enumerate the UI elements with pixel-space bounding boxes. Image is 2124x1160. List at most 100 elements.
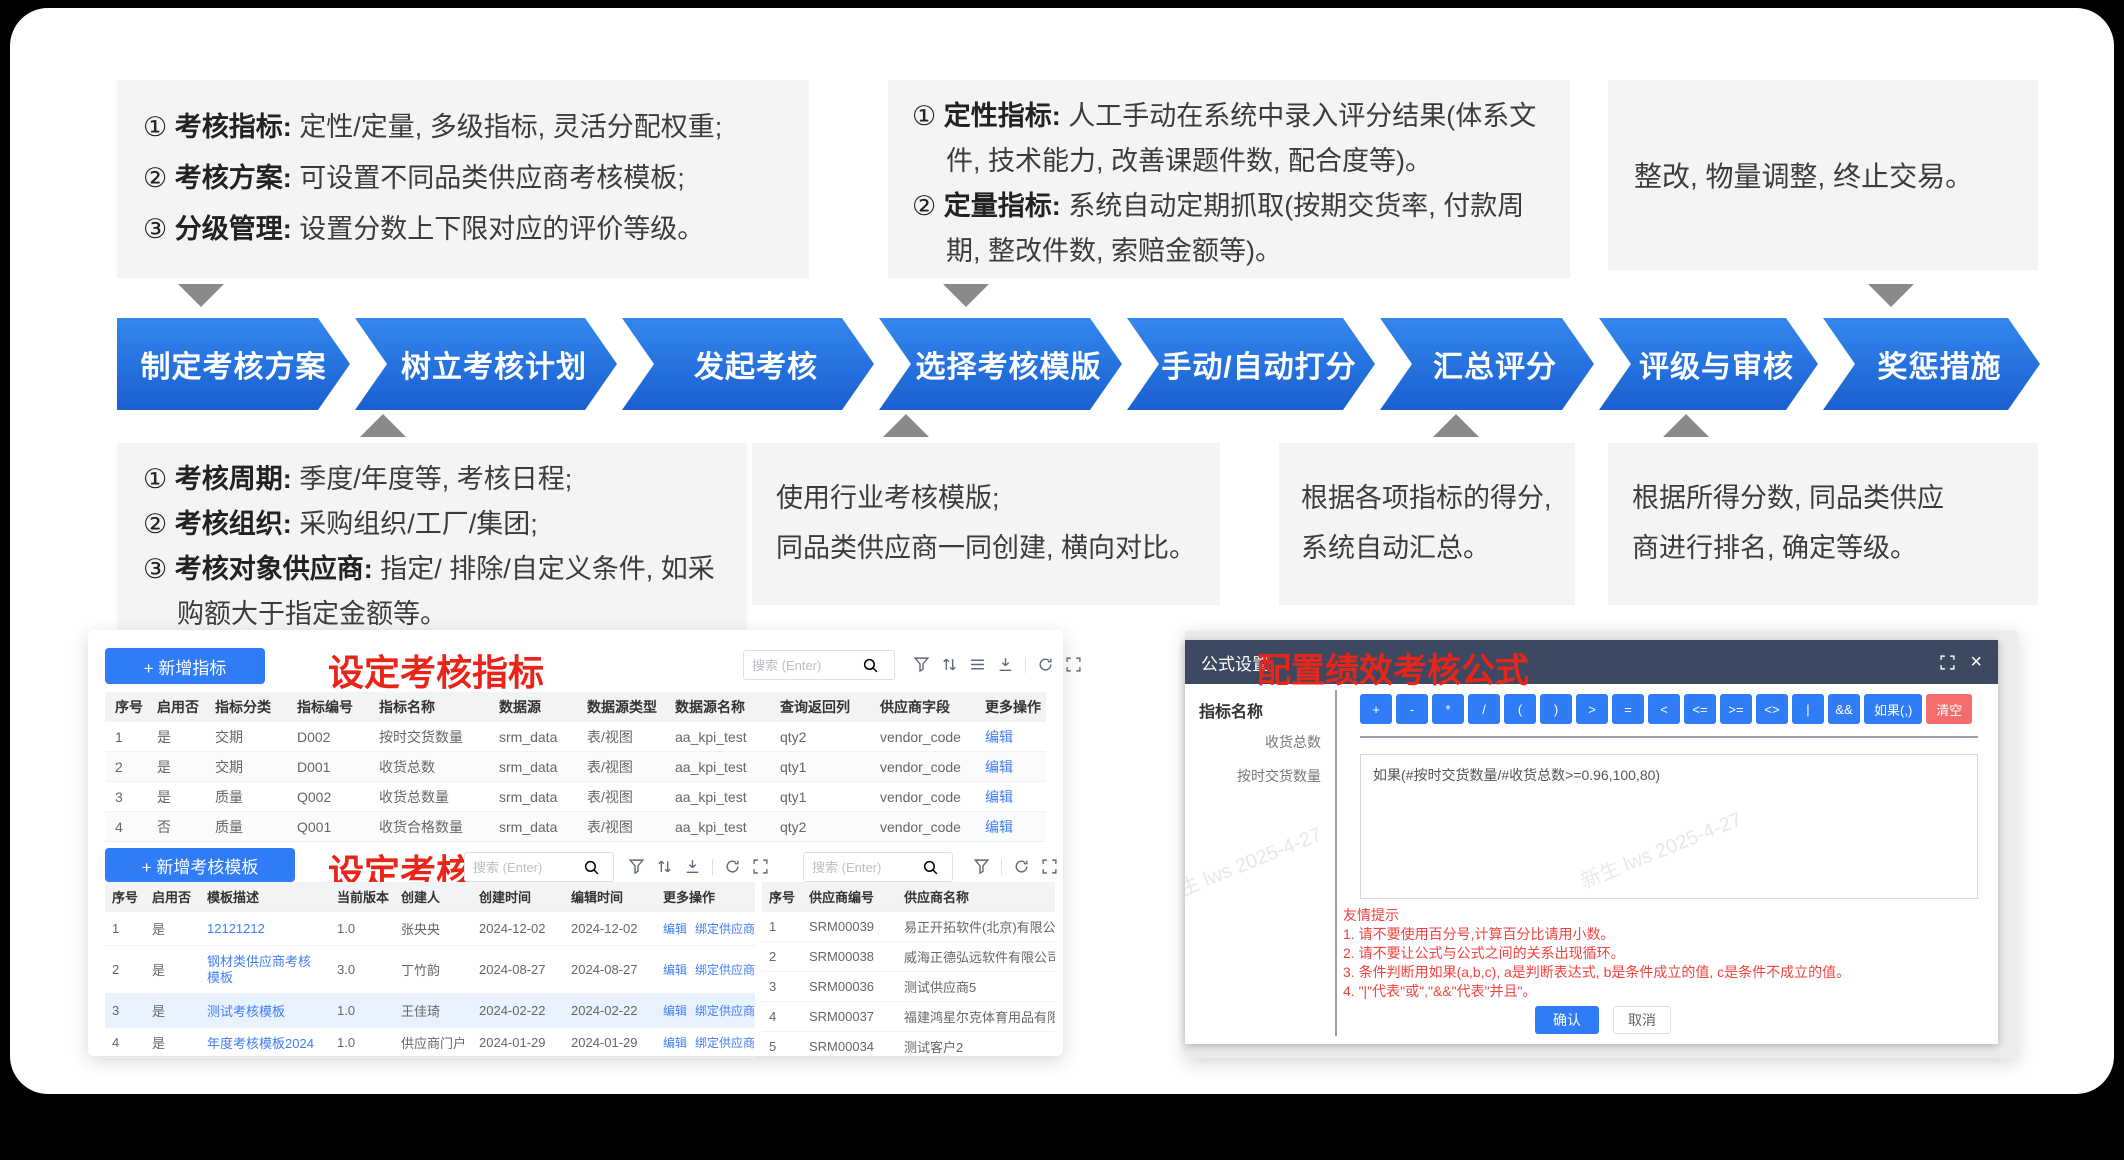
template-link[interactable]: 年度考核模板2024: [207, 1033, 314, 1052]
template-search[interactable]: [464, 852, 614, 882]
download-icon[interactable]: [684, 858, 701, 875]
table-row[interactable]: 3SRM00036测试供应商5: [762, 972, 1055, 1002]
table-row[interactable]: 1是交期D002按时交货数量srm_data表/视图aa_kpi_testqty…: [105, 722, 1046, 752]
table-row[interactable]: 4是年度考核模板20241.0供应商门户2024-01-292024-01-29…: [105, 1028, 755, 1058]
watermark: 新生 lws 2025-4-27: [1185, 818, 1325, 909]
dialog-body: 指标名称 收货总数 按时交货数量 + - * / ( ) > = < <= >=…: [1185, 684, 1998, 1044]
filter-icon[interactable]: [628, 858, 645, 875]
col-header: 指标分类: [205, 692, 287, 721]
operator-button[interactable]: +: [1360, 694, 1392, 724]
col-header: 供应商字段: [870, 692, 975, 721]
template-search-input[interactable]: [473, 860, 583, 875]
arrow-up-icon: [883, 414, 929, 437]
operator-button[interactable]: *: [1432, 694, 1464, 724]
operator-button[interactable]: -: [1396, 694, 1428, 724]
edit-link[interactable]: 编辑: [985, 817, 1013, 837]
edit-link[interactable]: 编辑: [663, 1034, 687, 1051]
edit-link[interactable]: 编辑: [663, 961, 687, 978]
refresh-icon[interactable]: [1013, 858, 1030, 875]
operator-button[interactable]: >: [1576, 694, 1608, 724]
arrow-down-icon: [943, 284, 989, 307]
edit-link[interactable]: 编辑: [663, 1002, 687, 1019]
toolbar-divider: [1001, 859, 1002, 875]
cancel-button[interactable]: 取消: [1613, 1006, 1671, 1034]
list-icon[interactable]: [969, 656, 986, 673]
table-row[interactable]: 4否质量Q001收货合格数量srm_data表/视图aa_kpi_testqty…: [105, 812, 1046, 842]
flow-step-5: 手动/自动打分: [1127, 318, 1375, 410]
filter-icon[interactable]: [913, 656, 930, 673]
template-link[interactable]: 钢材类供应商考核模板: [207, 954, 315, 986]
formula-input[interactable]: 如果(#按时交货数量/#收货总数>=0.96,100,80): [1360, 754, 1978, 899]
table-header-row: 序号启用否模板描述当前版本创建人创建时间编辑时间更多操作: [105, 882, 755, 912]
operator-button[interactable]: |: [1792, 694, 1824, 724]
close-icon[interactable]: ×: [1970, 652, 1982, 672]
table-row[interactable]: 4SRM00037福建鸿星尔克体育用品有限公司: [762, 1002, 1055, 1032]
info-line: ② 考核组织: 采购组织/工厂/集团;: [143, 502, 733, 547]
indicator-item[interactable]: 按时交货数量: [1185, 766, 1321, 786]
add-template-button[interactable]: + 新增考核模板: [105, 848, 295, 882]
operator-button[interactable]: =: [1612, 694, 1644, 724]
col-header: 数据源类型: [577, 692, 665, 721]
table-row-selected[interactable]: 3是测试考核模板1.0王佳琦2024-02-222024-02-22编辑绑定供应…: [105, 994, 755, 1028]
indicator-search[interactable]: [743, 650, 895, 680]
operator-button[interactable]: /: [1468, 694, 1500, 724]
edit-link[interactable]: 编辑: [663, 920, 687, 937]
table-row[interactable]: 2SRM00038威海正德弘远软件有限公司: [762, 942, 1055, 972]
refresh-icon[interactable]: [724, 858, 741, 875]
operator-button[interactable]: ): [1540, 694, 1572, 724]
operator-button[interactable]: (: [1504, 694, 1536, 724]
fullscreen-icon[interactable]: [1041, 858, 1058, 875]
info-box-auto-summary: 根据各项指标的得分, 系统自动汇总。: [1279, 443, 1575, 605]
bind-supplier-link[interactable]: 绑定供应商: [695, 1002, 755, 1019]
clear-button[interactable]: 清空: [1926, 694, 1972, 724]
table-row[interactable]: 5SRM00034测试客户2: [762, 1032, 1055, 1062]
indicator-item[interactable]: 收货总数: [1185, 732, 1321, 752]
bind-supplier-link[interactable]: 绑定供应商: [695, 961, 755, 978]
table-row[interactable]: 2是交期D001收货总数srm_data表/视图aa_kpi_testqty1v…: [105, 752, 1046, 782]
flow-step-7: 评级与审核: [1599, 318, 1818, 410]
add-indicator-button[interactable]: + 新增指标: [105, 648, 265, 684]
supplier-search-input[interactable]: [812, 860, 922, 875]
col-header: 创建人: [394, 882, 472, 911]
info-line: ② 定量指标: 系统自动定期抓取(按期交货率, 付款周期, 整改件数, 索赔金额…: [912, 184, 1552, 274]
download-icon[interactable]: [997, 656, 1014, 673]
edit-link[interactable]: 编辑: [985, 787, 1013, 807]
supplier-search[interactable]: [803, 852, 953, 882]
table-row[interactable]: 1SRM00039易正开拓软件(北京)有限公司: [762, 912, 1055, 942]
bind-supplier-link[interactable]: 绑定供应商: [695, 1034, 755, 1051]
col-header: 数据源: [489, 692, 577, 721]
refresh-icon[interactable]: [1037, 656, 1054, 673]
if-function-button[interactable]: 如果(,): [1864, 694, 1922, 724]
template-link[interactable]: 测试考核模板: [207, 1001, 285, 1020]
fullscreen-icon[interactable]: [752, 858, 769, 875]
col-header: 模板描述: [200, 882, 330, 911]
confirm-button[interactable]: 确认: [1535, 1006, 1599, 1034]
sort-icon[interactable]: [656, 858, 673, 875]
operator-button[interactable]: <=: [1684, 694, 1716, 724]
indicator-search-input[interactable]: [752, 658, 862, 673]
fullscreen-icon[interactable]: [1939, 654, 1956, 671]
fullscreen-icon[interactable]: [1065, 656, 1082, 673]
sort-icon[interactable]: [941, 656, 958, 673]
table-row[interactable]: 1是121212121.0张央央2024-12-022024-12-02编辑绑定…: [105, 912, 755, 946]
supplier-toolbar: [973, 858, 1058, 875]
indicator-table: 序号启用否指标分类指标编号指标名称数据源数据源类型数据源名称查询返回列供应商字段…: [105, 692, 1046, 842]
edit-link[interactable]: 编辑: [985, 757, 1013, 777]
col-header: 数据源名称: [665, 692, 770, 721]
operator-button[interactable]: >=: [1720, 694, 1752, 724]
table-row[interactable]: 2是钢材类供应商考核模板3.0丁竹韵2024-08-272024-08-27编辑…: [105, 946, 755, 994]
operator-button[interactable]: &&: [1828, 694, 1860, 724]
col-header: 当前版本: [330, 882, 394, 911]
flow-step-2: 树立考核计划: [355, 318, 617, 410]
bind-supplier-link[interactable]: 绑定供应商: [695, 920, 755, 937]
info-line: 根据所得分数, 同品类供应: [1632, 473, 2030, 523]
operator-button[interactable]: <>: [1756, 694, 1788, 724]
col-header: 启用否: [147, 692, 205, 721]
template-link[interactable]: 12121212: [207, 921, 265, 936]
operator-button[interactable]: <: [1648, 694, 1680, 724]
table-row[interactable]: 3是质量Q002收货总数量srm_data表/视图aa_kpi_testqty1…: [105, 782, 1046, 812]
indicator-toolbar: [913, 656, 1082, 673]
indicator-list-title: 指标名称: [1199, 698, 1263, 722]
filter-icon[interactable]: [973, 858, 990, 875]
edit-link[interactable]: 编辑: [985, 727, 1013, 747]
